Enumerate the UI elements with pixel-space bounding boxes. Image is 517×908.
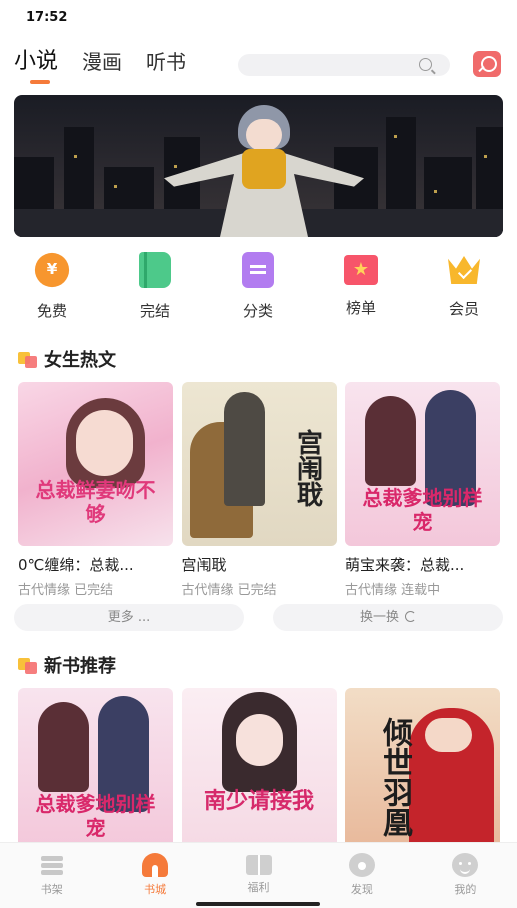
bottom-tab-bar: 书架 书城 福利 发现 我的 bbox=[0, 842, 517, 908]
section-title: 新书推荐 bbox=[44, 656, 116, 677]
book-card[interactable]: 南少请接我 bbox=[181, 688, 337, 852]
book-cover: 宫闱聀 bbox=[181, 382, 337, 546]
search-button[interactable] bbox=[473, 51, 501, 77]
discover-icon bbox=[348, 853, 375, 877]
section-mark-icon bbox=[18, 656, 38, 674]
status-time: 17:52 bbox=[26, 10, 68, 25]
entry-vip[interactable]: 会员 bbox=[424, 252, 504, 319]
refresh-button[interactable]: 换一换 bbox=[273, 604, 503, 631]
book-title: 宫闱聀 bbox=[181, 556, 227, 574]
entry-label: 免费 bbox=[36, 302, 67, 320]
top-tab-bar: 小说 漫画 听书 bbox=[14, 48, 503, 88]
banner-character-illustration bbox=[164, 105, 364, 237]
refresh-icon bbox=[405, 611, 416, 622]
book-cover: 倾世羽凰 bbox=[345, 688, 500, 852]
profile-icon bbox=[452, 853, 479, 877]
cover-title: 总裁鲜妻吻不够 bbox=[35, 478, 156, 526]
tabbar-label: 书架 bbox=[40, 883, 63, 896]
section-female-hot: 女生热文 bbox=[18, 346, 116, 372]
document-list-icon bbox=[242, 252, 274, 288]
section-title: 女生热文 bbox=[44, 350, 116, 371]
bookshelf-icon bbox=[39, 853, 65, 877]
book-card[interactable]: 宫闱聀 宫闱聀 古代情缘 已完结 bbox=[181, 382, 337, 598]
new-book-list: 总裁爹地别样宠 南少请接我 倾世羽凰 bbox=[18, 688, 500, 852]
cover-title: 倾世羽凰 bbox=[377, 717, 412, 837]
entry-ranking[interactable]: 榜单 bbox=[321, 252, 401, 318]
entry-label: 完结 bbox=[139, 302, 170, 320]
cover-title: 宫闱聀 bbox=[292, 429, 323, 507]
book-card[interactable]: 倾世羽凰 bbox=[345, 688, 500, 852]
promo-banner[interactable] bbox=[14, 95, 503, 237]
ranking-star-icon bbox=[344, 255, 378, 285]
tabbar-label: 书城 bbox=[144, 883, 167, 896]
search-input[interactable] bbox=[238, 54, 450, 76]
female-hot-book-list: 总裁鲜妻吻不够 0℃缠绵：总裁... 古代情缘 已完结 宫闱聀 宫闱聀 古代情缘… bbox=[18, 382, 500, 598]
section-new-books: 新书推荐 bbox=[18, 652, 116, 678]
tabbar-bookshelf[interactable]: 书架 bbox=[0, 843, 103, 908]
tab-novel[interactable]: 小说 bbox=[14, 48, 58, 84]
more-label: 更多 ... bbox=[107, 610, 151, 625]
tabbar-label: 发现 bbox=[350, 883, 373, 896]
book-cover: 南少请接我 bbox=[181, 688, 337, 852]
entry-label: 会员 bbox=[448, 300, 479, 318]
tabbar-label: 我的 bbox=[454, 883, 477, 896]
cover-title: 南少请接我 bbox=[203, 788, 314, 814]
book-cover: 总裁鲜妻吻不够 bbox=[18, 382, 173, 546]
search-icon bbox=[419, 58, 432, 71]
book-title: 0℃缠绵：总裁... bbox=[18, 556, 134, 574]
book-meta: 古代情缘 已完结 bbox=[18, 583, 114, 598]
entry-label: 分类 bbox=[242, 302, 273, 320]
section-mark-icon bbox=[18, 350, 38, 368]
quick-entry-grid: 免费 完结 分类 榜单 会员 bbox=[0, 252, 517, 324]
more-button[interactable]: 更多 ... bbox=[14, 604, 244, 631]
tabbar-discover[interactable]: 发现 bbox=[310, 843, 413, 908]
gift-icon bbox=[245, 855, 272, 875]
tabbar-label: 福利 bbox=[247, 881, 270, 894]
section-actions: 更多 ... 换一换 bbox=[14, 604, 503, 631]
book-card[interactable]: 总裁爹地别样宠 bbox=[18, 688, 173, 852]
entry-finished[interactable]: 完结 bbox=[115, 252, 195, 321]
status-bar: 17:52 bbox=[0, 0, 517, 36]
entry-label: 榜单 bbox=[345, 299, 376, 317]
tab-comic[interactable]: 漫画 bbox=[82, 48, 122, 76]
book-card[interactable]: 总裁鲜妻吻不够 0℃缠绵：总裁... 古代情缘 已完结 bbox=[18, 382, 173, 598]
book-title: 萌宝来袭：总裁... bbox=[345, 556, 465, 574]
book-icon bbox=[139, 252, 171, 288]
tabbar-mine[interactable]: 我的 bbox=[414, 843, 517, 908]
home-indicator[interactable] bbox=[196, 902, 320, 906]
coin-yen-icon bbox=[34, 252, 70, 288]
entry-category[interactable]: 分类 bbox=[218, 252, 298, 321]
book-card[interactable]: 总裁爹地别样宠 萌宝来袭：总裁... 古代情缘 连载中 bbox=[345, 382, 500, 598]
cover-title: 总裁爹地别样宠 bbox=[362, 486, 483, 534]
refresh-label: 换一换 bbox=[359, 610, 399, 625]
entry-free[interactable]: 免费 bbox=[12, 252, 92, 321]
book-meta: 古代情缘 连载中 bbox=[345, 583, 441, 598]
book-meta: 古代情缘 已完结 bbox=[181, 583, 277, 598]
book-cover: 总裁爹地别样宠 bbox=[345, 382, 500, 546]
cover-title: 总裁爹地别样宠 bbox=[35, 792, 156, 840]
bookstore-icon bbox=[142, 853, 169, 877]
tab-audiobook[interactable]: 听书 bbox=[146, 48, 186, 76]
crown-icon bbox=[446, 252, 482, 286]
tabbar-bookstore[interactable]: 书城 bbox=[103, 843, 206, 908]
tabbar-welfare[interactable]: 福利 bbox=[207, 843, 310, 908]
book-cover: 总裁爹地别样宠 bbox=[18, 688, 173, 852]
